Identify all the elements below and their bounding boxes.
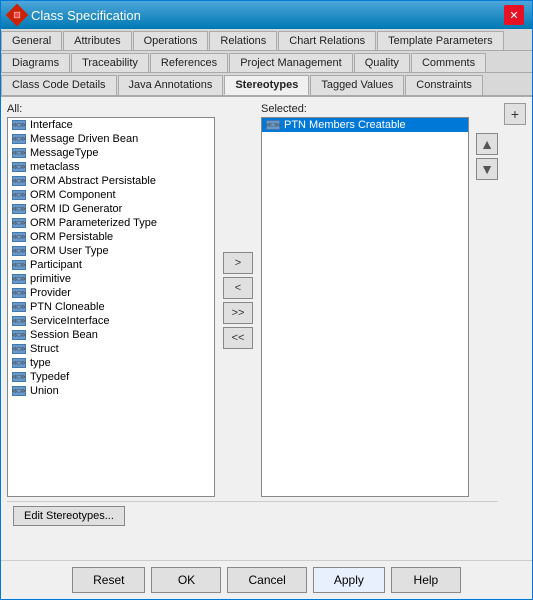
item-icon: ≪≫ xyxy=(12,190,26,200)
all-label: All: xyxy=(7,103,215,115)
item-icon: ≪≫ xyxy=(12,134,26,144)
all-list-section: All: ≪≫Interface ≪≫Message Driven Bean ≪… xyxy=(7,103,215,497)
lists-row: All: ≪≫Interface ≪≫Message Driven Bean ≪… xyxy=(7,103,498,497)
list-item[interactable]: ≪≫PTN Cloneable xyxy=(8,300,214,314)
item-icon: ≪≫ xyxy=(12,162,26,172)
all-list[interactable]: ≪≫Interface ≪≫Message Driven Bean ≪≫Mess… xyxy=(7,117,215,497)
add-button[interactable]: + xyxy=(504,103,526,125)
item-icon: ≪≫ xyxy=(12,260,26,270)
tab-row-1: General Attributes Operations Relations … xyxy=(1,29,532,51)
main-content: All: ≪≫Interface ≪≫Message Driven Bean ≪… xyxy=(7,103,498,554)
tab-attributes[interactable]: Attributes xyxy=(63,31,131,50)
apply-button[interactable]: Apply xyxy=(313,567,385,593)
footer: Reset OK Cancel Apply Help xyxy=(1,560,532,599)
list-item[interactable]: ≪≫Struct xyxy=(8,342,214,356)
close-button[interactable]: ✕ xyxy=(504,5,524,25)
content-area: All: ≪≫Interface ≪≫Message Driven Bean ≪… xyxy=(1,97,532,560)
help-button[interactable]: Help xyxy=(391,567,461,593)
list-item[interactable]: ≪≫Session Bean xyxy=(8,328,214,342)
list-item[interactable]: ≪≫ORM Persistable xyxy=(8,230,214,244)
item-icon: ≪≫ xyxy=(12,302,26,312)
item-icon: ≪≫ xyxy=(12,176,26,186)
list-item[interactable]: ≪≫MessageType xyxy=(8,146,214,160)
tab-template-parameters[interactable]: Template Parameters xyxy=(377,31,504,50)
selected-label: Selected: xyxy=(261,103,469,115)
move-up-button[interactable]: ▲ xyxy=(476,133,498,155)
item-icon: ≪≫ xyxy=(12,218,26,228)
move-left-button[interactable]: < xyxy=(223,277,253,299)
tab-tagged-values[interactable]: Tagged Values xyxy=(310,75,404,95)
item-icon: ≪≫ xyxy=(12,232,26,242)
cancel-button[interactable]: Cancel xyxy=(227,567,306,593)
move-all-right-button[interactable]: >> xyxy=(223,302,253,324)
list-item[interactable]: ≪≫Union xyxy=(8,384,214,398)
list-item[interactable]: ≪≫Participant xyxy=(8,258,214,272)
tab-quality[interactable]: Quality xyxy=(354,53,410,72)
edit-stereotypes-button[interactable]: Edit Stereotypes... xyxy=(13,506,125,526)
move-all-left-button[interactable]: << xyxy=(223,327,253,349)
bottom-bar: Edit Stereotypes... xyxy=(7,501,498,530)
tab-operations[interactable]: Operations xyxy=(133,31,209,50)
list-item[interactable]: ≪≫Interface xyxy=(8,118,214,132)
move-buttons: > < >> << xyxy=(219,103,257,497)
arrow-buttons: ▲ ▼ xyxy=(476,133,498,497)
tab-java-annotations[interactable]: Java Annotations xyxy=(118,75,224,95)
list-item[interactable]: ≪≫ORM User Type xyxy=(8,244,214,258)
move-right-button[interactable]: > xyxy=(223,252,253,274)
item-icon: ≪≫ xyxy=(12,372,26,382)
list-item[interactable]: ≪≫type xyxy=(8,356,214,370)
list-item[interactable]: ≪≫metaclass xyxy=(8,160,214,174)
tab-chart-relations[interactable]: Chart Relations xyxy=(278,31,376,50)
list-item[interactable]: ≪≫primitive xyxy=(8,272,214,286)
item-icon: ≪≫ xyxy=(12,288,26,298)
list-item[interactable]: ≪≫ORM Abstract Persistable xyxy=(8,174,214,188)
tab-traceability[interactable]: Traceability xyxy=(71,53,149,72)
list-item[interactable]: ≪≫ORM Parameterized Type xyxy=(8,216,214,230)
sidebar-buttons: + xyxy=(504,103,526,554)
tab-stereotypes[interactable]: Stereotypes xyxy=(224,75,309,95)
tab-class-code-details[interactable]: Class Code Details xyxy=(1,75,117,95)
title-bar-left: Class Specification xyxy=(9,7,141,23)
tab-comments[interactable]: Comments xyxy=(411,53,486,72)
tab-general[interactable]: General xyxy=(1,31,62,50)
list-item[interactable]: ≪≫ORM Component xyxy=(8,188,214,202)
item-icon: ≪≫ xyxy=(12,344,26,354)
app-icon xyxy=(6,4,29,27)
move-down-button[interactable]: ▼ xyxy=(476,158,498,180)
selected-list[interactable]: ≪≫ PTN Members Creatable xyxy=(261,117,469,497)
selected-list-item[interactable]: ≪≫ PTN Members Creatable xyxy=(262,118,468,132)
item-icon: ≪≫ xyxy=(12,330,26,340)
list-item[interactable]: ≪≫Typedef xyxy=(8,370,214,384)
window-title: Class Specification xyxy=(31,8,141,23)
list-item[interactable]: ≪≫Provider xyxy=(8,286,214,300)
item-icon: ≪≫ xyxy=(266,120,280,130)
list-item[interactable]: ≪≫ORM ID Generator xyxy=(8,202,214,216)
main-window: Class Specification ✕ General Attributes… xyxy=(0,0,533,600)
selected-list-section: Selected: ≪≫ PTN Members Creatable xyxy=(261,103,469,497)
tabs-area: General Attributes Operations Relations … xyxy=(1,29,532,97)
item-icon: ≪≫ xyxy=(12,120,26,130)
item-icon: ≪≫ xyxy=(12,204,26,214)
item-icon: ≪≫ xyxy=(12,148,26,158)
item-icon: ≪≫ xyxy=(12,386,26,396)
item-icon: ≪≫ xyxy=(12,274,26,284)
list-item[interactable]: ≪≫ServiceInterface xyxy=(8,314,214,328)
tab-references[interactable]: References xyxy=(150,53,228,72)
title-bar: Class Specification ✕ xyxy=(1,1,532,29)
tab-diagrams[interactable]: Diagrams xyxy=(1,53,70,72)
tab-project-management[interactable]: Project Management xyxy=(229,53,353,72)
list-item[interactable]: ≪≫Message Driven Bean xyxy=(8,132,214,146)
tab-row-2: Diagrams Traceability References Project… xyxy=(1,51,532,73)
item-icon: ≪≫ xyxy=(12,358,26,368)
tab-row-3: Class Code Details Java Annotations Ster… xyxy=(1,73,532,96)
tab-constraints[interactable]: Constraints xyxy=(405,75,483,95)
reset-button[interactable]: Reset xyxy=(72,567,145,593)
ok-button[interactable]: OK xyxy=(151,567,221,593)
item-icon: ≪≫ xyxy=(12,316,26,326)
item-icon: ≪≫ xyxy=(12,246,26,256)
tab-relations[interactable]: Relations xyxy=(209,31,277,50)
